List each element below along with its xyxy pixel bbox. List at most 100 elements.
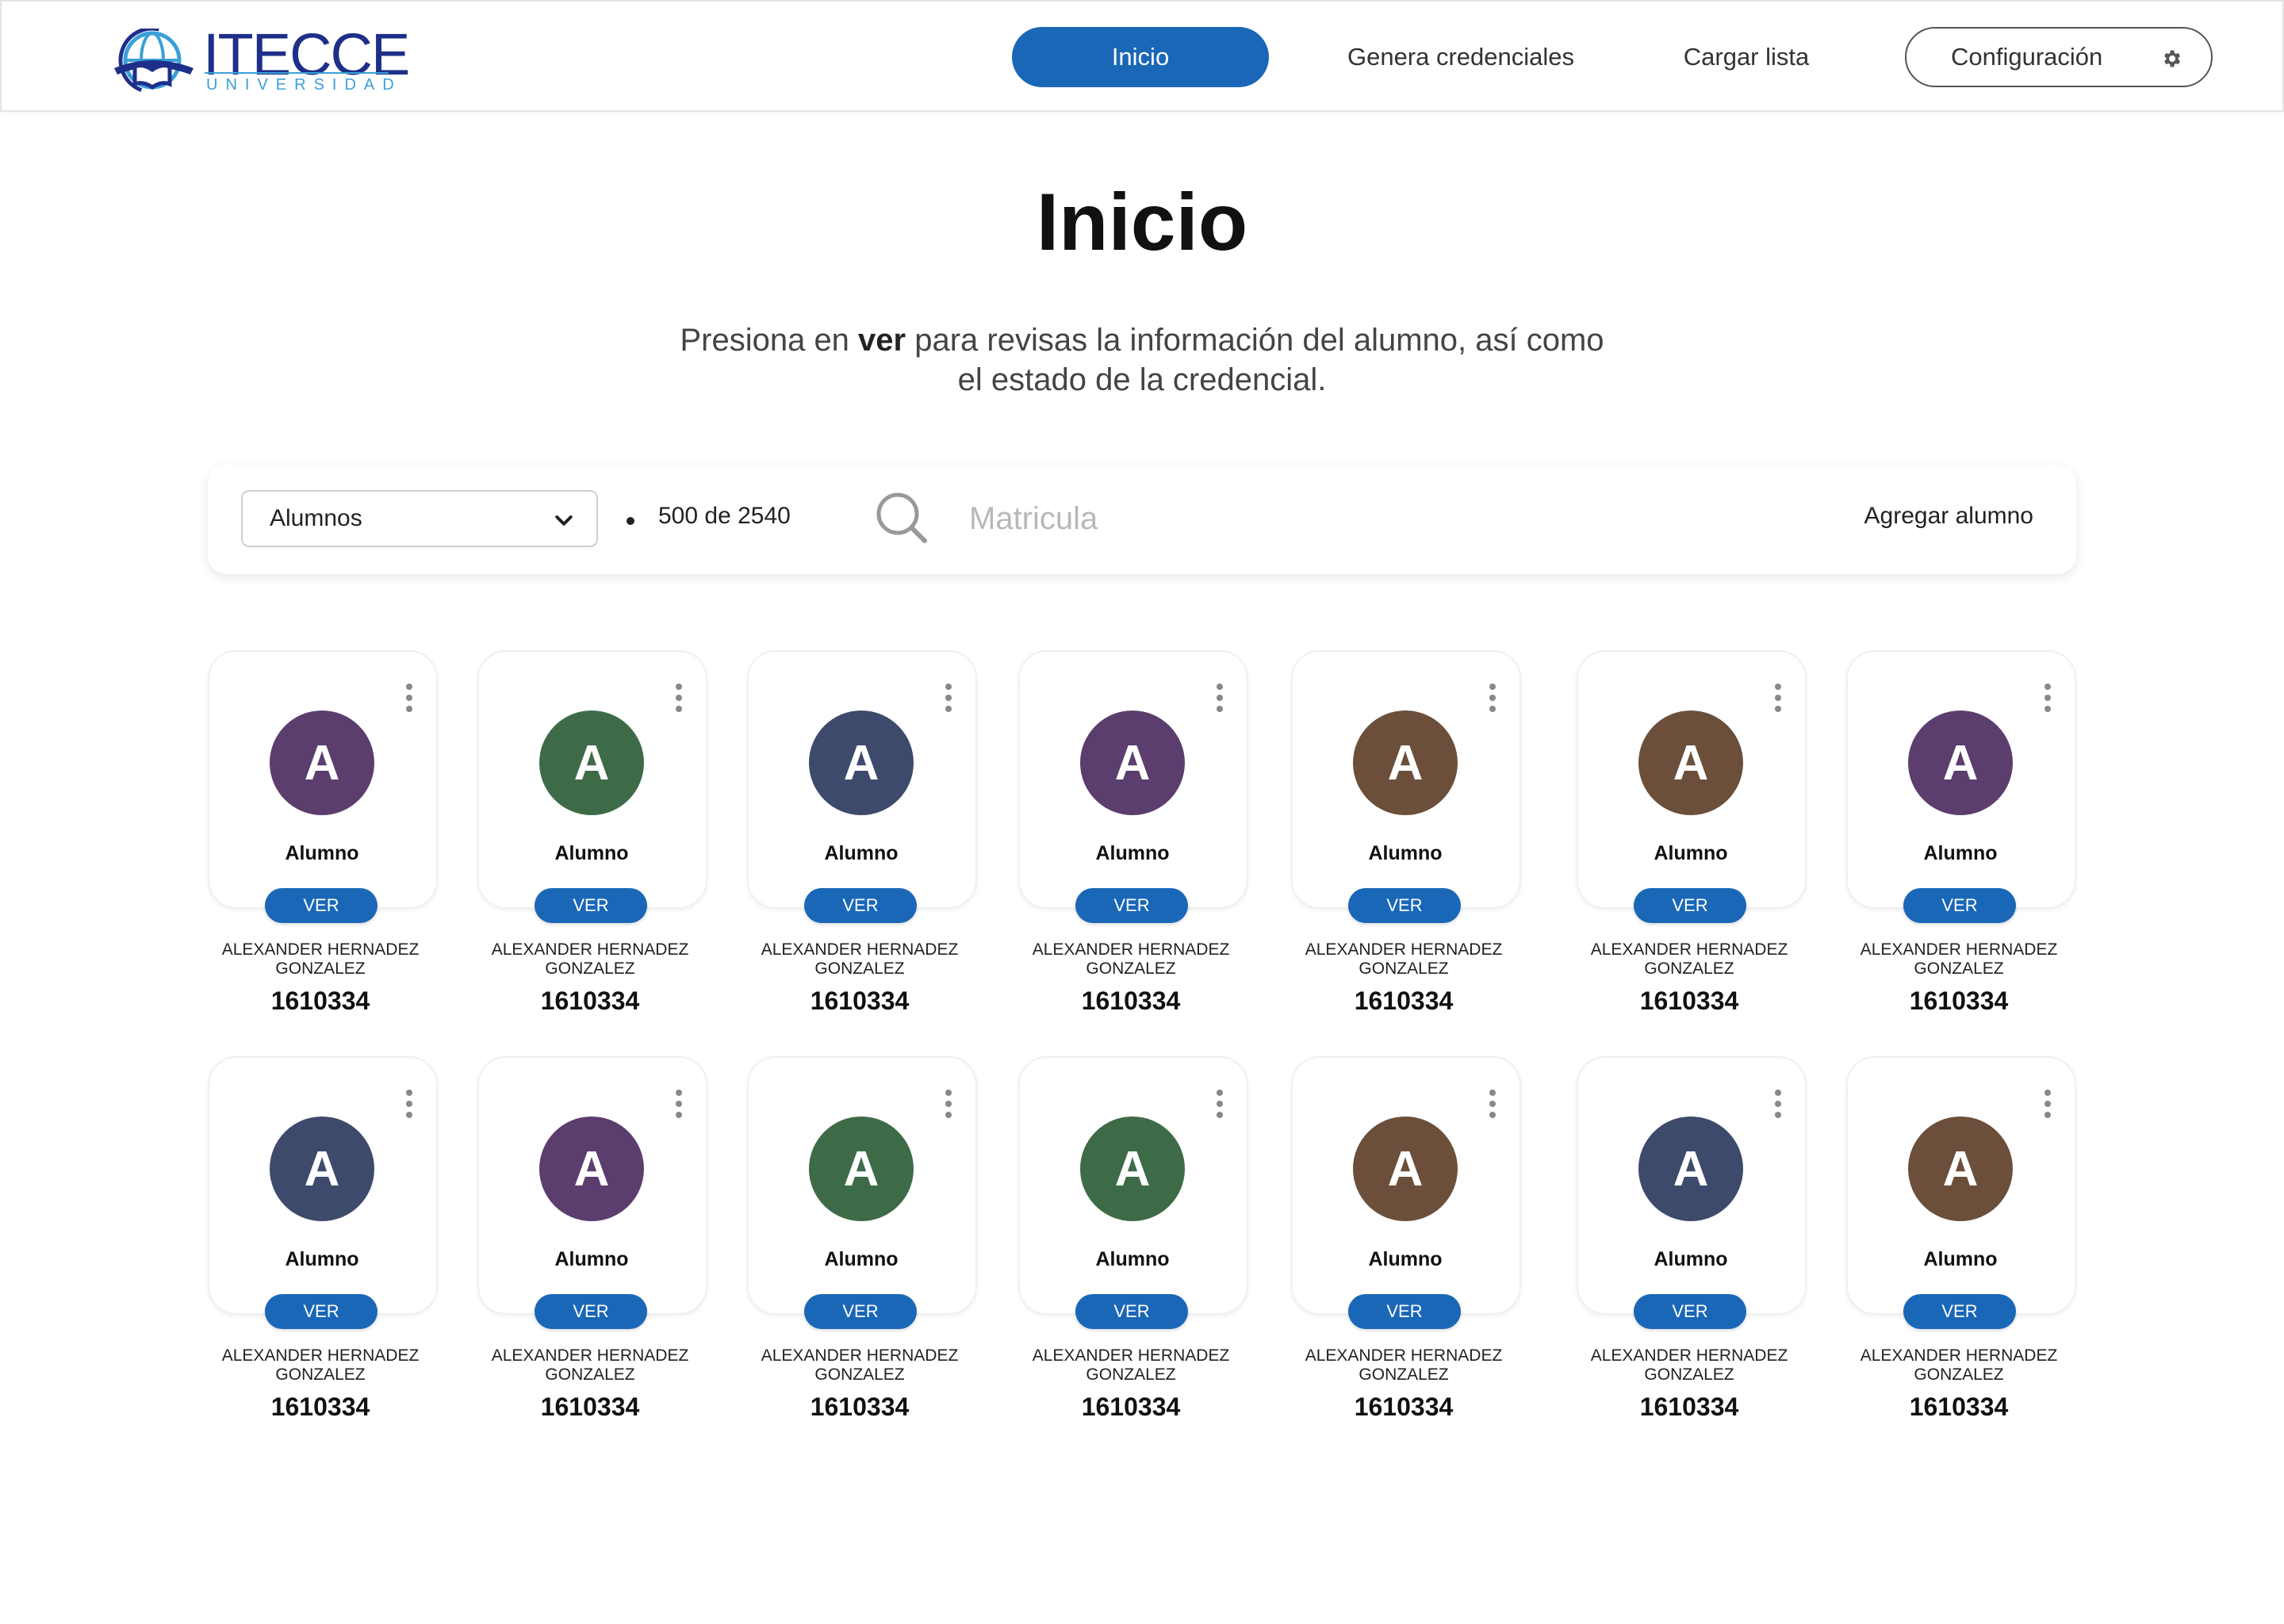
- student-role: Alumno: [1654, 1248, 1728, 1270]
- page-subtitle: Presiona en ver para revisas la informac…: [666, 320, 1618, 400]
- ver-button[interactable]: VER: [804, 1294, 917, 1329]
- ver-button[interactable]: VER: [1634, 888, 1746, 923]
- more-options-icon[interactable]: [676, 1090, 684, 1118]
- student-name: ALEXANDER HERNADEZ GONZALEZ: [1032, 1346, 1230, 1384]
- student-card: A Alumno VER ALEXANDER HERNADEZ GONZALEZ 161…: [477, 650, 707, 1047]
- student-matricula: 1610334: [1354, 1392, 1454, 1421]
- nav-cargar-lista-link[interactable]: Cargar lista: [1659, 27, 1834, 87]
- ver-button[interactable]: VER: [265, 1294, 377, 1329]
- more-options-icon[interactable]: [945, 684, 953, 712]
- student-role: Alumno: [1923, 842, 1998, 864]
- nav-genera-credenciales-link[interactable]: Genera credenciales: [1326, 27, 1596, 87]
- student-card-panel: A Alumno: [1577, 1056, 1807, 1315]
- student-matricula: 1610334: [270, 986, 370, 1015]
- ver-button[interactable]: VER: [1075, 888, 1188, 923]
- student-card: A Alumno VER ALEXANDER HERNADEZ GONZALEZ 161…: [1846, 1056, 2076, 1453]
- ver-button[interactable]: VER: [1903, 888, 2016, 923]
- student-name: ALEXANDER HERNADEZ GONZALEZ: [491, 940, 689, 978]
- student-card: A Alumno VER ALEXANDER HERNADEZ GONZALEZ 161…: [208, 1056, 438, 1453]
- student-card: A Alumno VER ALEXANDER HERNADEZ GONZALEZ 161…: [1846, 650, 2076, 1047]
- ver-button[interactable]: VER: [804, 888, 917, 923]
- student-name: ALEXANDER HERNADEZ GONZALEZ: [221, 1346, 420, 1384]
- ver-button[interactable]: VER: [1348, 1294, 1461, 1329]
- ver-button[interactable]: VER: [1075, 1294, 1188, 1329]
- ver-button[interactable]: VER: [1348, 888, 1461, 923]
- ver-button[interactable]: VER: [535, 888, 647, 923]
- student-role: Alumno: [824, 842, 899, 864]
- avatar: A: [1908, 1116, 2013, 1221]
- group-select[interactable]: Alumnos: [241, 490, 598, 547]
- more-options-icon[interactable]: [1775, 684, 1783, 712]
- more-options-icon[interactable]: [1489, 684, 1497, 712]
- student-name: ALEXANDER HERNADEZ GONZALEZ: [1590, 940, 1788, 978]
- avatar: A: [1080, 710, 1185, 815]
- student-role: Alumno: [554, 842, 629, 864]
- student-matricula: 1610334: [1639, 986, 1739, 1015]
- avatar: A: [809, 710, 914, 815]
- more-options-icon[interactable]: [2044, 1090, 2052, 1118]
- student-card: A Alumno VER ALEXANDER HERNADEZ GONZALEZ 161…: [747, 650, 977, 1047]
- matricula-search-input[interactable]: [969, 488, 1683, 549]
- student-name: ALEXANDER HERNADEZ GONZALEZ: [1590, 1346, 1788, 1384]
- ver-button[interactable]: VER: [1903, 1294, 2016, 1329]
- student-card: A Alumno VER ALEXANDER HERNADEZ GONZALEZ 161…: [1018, 1056, 1248, 1453]
- student-card-panel: A Alumno: [477, 650, 707, 909]
- subtitle-ver-bold: ver: [858, 323, 906, 358]
- student-card-panel: A Alumno: [1846, 1056, 2076, 1315]
- student-card-panel: A Alumno: [1846, 650, 2076, 909]
- avatar: A: [539, 1116, 644, 1221]
- student-card: A Alumno VER ALEXANDER HERNADEZ GONZALEZ 161…: [747, 1056, 977, 1453]
- more-options-icon[interactable]: [676, 684, 684, 712]
- nav-inicio-button[interactable]: Inicio: [1012, 27, 1269, 87]
- more-options-icon[interactable]: [406, 684, 414, 712]
- avatar: A: [539, 710, 644, 815]
- student-card: A Alumno VER ALEXANDER HERNADEZ GONZALEZ 161…: [1291, 1056, 1521, 1453]
- more-options-icon[interactable]: [1217, 1090, 1224, 1118]
- top-navbar: ITECCE UNIVERSIDAD Inicio Genera credenc…: [0, 0, 2284, 112]
- student-role: Alumno: [824, 1248, 899, 1270]
- student-matricula: 1610334: [1354, 986, 1454, 1015]
- student-name: ALEXANDER HERNADEZ GONZALEZ: [1032, 940, 1230, 978]
- chevron-down-icon: [555, 515, 573, 526]
- avatar: A: [1638, 1116, 1743, 1221]
- student-matricula: 1610334: [1639, 1392, 1739, 1421]
- student-card-panel: A Alumno: [1291, 1056, 1521, 1315]
- avatar: A: [1908, 710, 2013, 815]
- configuracion-label: Configuración: [1951, 43, 2103, 71]
- ver-button[interactable]: VER: [535, 1294, 647, 1329]
- student-card: A Alumno VER ALEXANDER HERNADEZ GONZALEZ 161…: [1577, 1056, 1807, 1453]
- student-role: Alumno: [1654, 842, 1728, 864]
- result-count: 500 de 2540: [658, 503, 791, 529]
- logo-divider: [205, 72, 389, 74]
- agregar-alumno-button[interactable]: Agregar alumno: [1864, 503, 2033, 530]
- itecce-logo[interactable]: ITECCE UNIVERSIDAD: [111, 21, 410, 97]
- more-options-icon[interactable]: [945, 1090, 953, 1118]
- student-card: A Alumno VER ALEXANDER HERNADEZ GONZALEZ 161…: [208, 650, 438, 1047]
- filter-toolbar: Alumnos 500 de 2540 Agregar alumno: [208, 465, 2076, 574]
- avatar: A: [1080, 1116, 1185, 1221]
- avatar: A: [270, 1116, 374, 1221]
- student-card: A Alumno VER ALEXANDER HERNADEZ GONZALEZ 161…: [1018, 650, 1248, 1047]
- student-card: A Alumno VER ALEXANDER HERNADEZ GONZALEZ 161…: [1577, 650, 1807, 1047]
- more-options-icon[interactable]: [1489, 1090, 1497, 1118]
- more-options-icon[interactable]: [1775, 1090, 1783, 1118]
- more-options-icon[interactable]: [1217, 684, 1224, 712]
- avatar: A: [809, 1116, 914, 1221]
- more-options-icon[interactable]: [2044, 684, 2052, 712]
- ver-button[interactable]: VER: [265, 888, 377, 923]
- search-icon[interactable]: [874, 490, 929, 546]
- student-matricula: 1610334: [270, 1392, 370, 1421]
- logo-subtext: UNIVERSIDAD: [206, 76, 402, 94]
- student-role: Alumno: [285, 1248, 359, 1270]
- student-matricula: 1610334: [540, 986, 640, 1015]
- student-role: Alumno: [1095, 842, 1170, 864]
- student-card-panel: A Alumno: [747, 1056, 977, 1315]
- student-role: Alumno: [1368, 842, 1443, 864]
- ver-button[interactable]: VER: [1634, 1294, 1746, 1329]
- configuracion-button[interactable]: Configuración: [1905, 27, 2213, 87]
- student-role: Alumno: [1923, 1248, 1998, 1270]
- student-card-panel: A Alumno: [208, 1056, 438, 1315]
- more-options-icon[interactable]: [406, 1090, 414, 1118]
- avatar: A: [1638, 710, 1743, 815]
- avatar: A: [1353, 710, 1458, 815]
